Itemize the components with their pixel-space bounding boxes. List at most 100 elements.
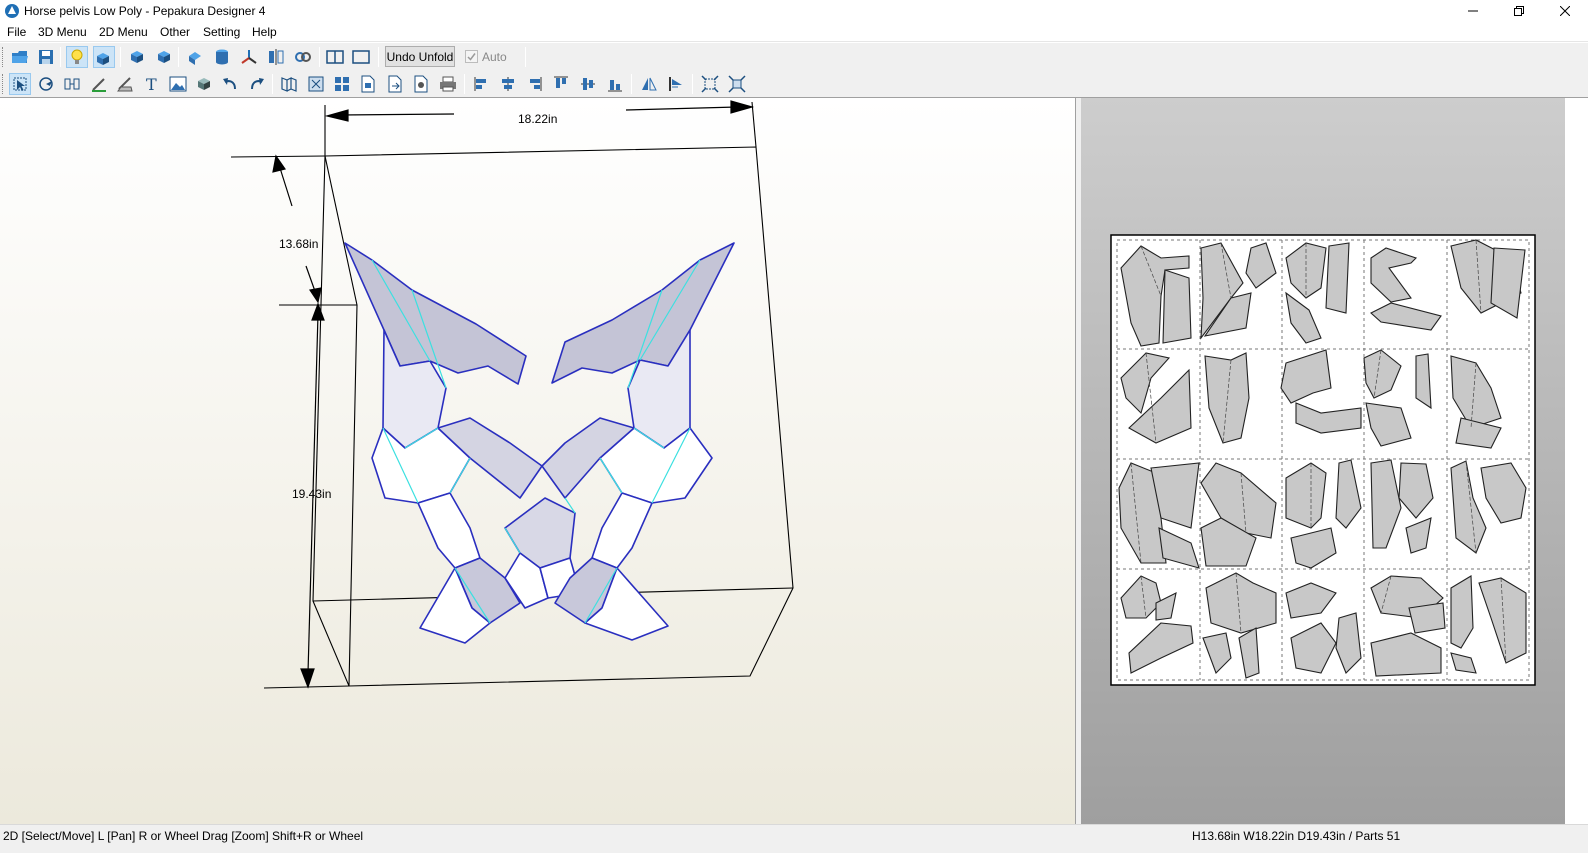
print-button[interactable] bbox=[437, 73, 459, 95]
menu-file[interactable]: File bbox=[7, 25, 26, 39]
mirror-icon bbox=[269, 49, 284, 65]
symmetry-button[interactable] bbox=[265, 46, 287, 68]
align-bottom-icon bbox=[608, 80, 622, 92]
auto-checkbox[interactable] bbox=[465, 50, 478, 63]
cylinder-button[interactable] bbox=[211, 46, 233, 68]
rotate-model-icon bbox=[131, 51, 143, 63]
join-button[interactable] bbox=[292, 46, 314, 68]
align-bottom-button[interactable] bbox=[604, 73, 626, 95]
checkmark-icon bbox=[467, 53, 476, 61]
print-preview-button[interactable] bbox=[410, 73, 432, 95]
status-bar: 2D [Select/Move] L [Pan] R or Wheel Drag… bbox=[0, 824, 1588, 853]
texture-button[interactable] bbox=[93, 46, 115, 68]
align-middle-icon bbox=[581, 78, 595, 90]
axis-icon bbox=[241, 50, 257, 64]
menu-other[interactable]: Other bbox=[160, 25, 190, 39]
redo-button[interactable] bbox=[246, 73, 268, 95]
select-move-icon bbox=[13, 77, 27, 91]
3d-pelvis-model[interactable] bbox=[344, 242, 735, 644]
printer-icon bbox=[440, 76, 456, 92]
auto-label: Auto bbox=[482, 50, 507, 64]
menu-3d[interactable]: 3D Menu bbox=[38, 25, 87, 39]
image-button[interactable] bbox=[167, 73, 189, 95]
cylinder-icon bbox=[216, 49, 228, 65]
pepakura-logo-icon bbox=[5, 4, 19, 18]
zoom-parts-button[interactable] bbox=[726, 73, 748, 95]
align-left-button[interactable] bbox=[471, 73, 493, 95]
zoom-fit-button[interactable] bbox=[699, 73, 721, 95]
split-view-icon bbox=[326, 50, 344, 64]
part-button[interactable] bbox=[193, 73, 215, 95]
axis-button[interactable] bbox=[238, 46, 260, 68]
unfold-button[interactable] bbox=[278, 73, 300, 95]
move-model-button[interactable] bbox=[153, 46, 175, 68]
open-button[interactable] bbox=[9, 46, 31, 68]
zoom-fit-icon bbox=[701, 75, 719, 93]
single-view-button[interactable] bbox=[350, 46, 372, 68]
align-right-icon bbox=[530, 77, 542, 91]
3d-view[interactable]: 18.22in 13.68in 19.43in bbox=[0, 98, 1076, 824]
rotate-button[interactable] bbox=[126, 46, 148, 68]
restore-button[interactable] bbox=[1496, 0, 1542, 22]
undo-unfold-button[interactable]: Undo Unfold bbox=[385, 46, 455, 67]
flip-icon bbox=[642, 77, 657, 91]
toolbar-top: Undo Unfold Auto bbox=[0, 42, 1588, 70]
layout-button[interactable] bbox=[331, 73, 353, 95]
right-margin bbox=[1565, 98, 1588, 824]
pencil-icon bbox=[92, 78, 106, 92]
menu-setting[interactable]: Setting bbox=[203, 25, 240, 39]
status-dimensions: H13.68in W18.22in D19.43in / Parts 51 bbox=[1192, 829, 1401, 843]
close-button[interactable] bbox=[1542, 0, 1588, 22]
3d-model-canvas[interactable] bbox=[0, 98, 1076, 824]
flip-horizontal-button[interactable] bbox=[638, 73, 660, 95]
unfolded-sheet[interactable] bbox=[1081, 98, 1565, 824]
text-button[interactable]: T bbox=[141, 73, 163, 95]
window-title: Horse pelvis Low Poly - Pepakura Designe… bbox=[24, 4, 266, 18]
edge-line-button[interactable] bbox=[88, 73, 110, 95]
page-icon bbox=[361, 75, 375, 93]
unfold-icon bbox=[281, 77, 297, 92]
select-move-button[interactable] bbox=[9, 73, 31, 95]
align-top-button[interactable] bbox=[550, 73, 572, 95]
menu-help[interactable]: Help bbox=[252, 25, 277, 39]
join-edge-icon bbox=[64, 78, 80, 90]
paint-bucket-icon bbox=[189, 52, 201, 65]
move-model-icon bbox=[158, 51, 170, 63]
align-center-icon bbox=[502, 77, 514, 91]
align-right-button[interactable] bbox=[523, 73, 545, 95]
undo-button[interactable] bbox=[219, 73, 241, 95]
align-middle-button[interactable] bbox=[577, 73, 599, 95]
fit-parts-button[interactable] bbox=[305, 73, 327, 95]
menu-2d[interactable]: 2D Menu bbox=[99, 25, 148, 39]
page-setup-button[interactable] bbox=[357, 73, 379, 95]
save-button[interactable] bbox=[35, 46, 57, 68]
toolbar-grip[interactable] bbox=[2, 47, 5, 67]
flap-icon bbox=[117, 77, 133, 92]
paint-button[interactable] bbox=[184, 46, 206, 68]
toolbar-2d: T bbox=[0, 70, 1588, 98]
undo-icon bbox=[223, 78, 236, 90]
redo-icon bbox=[251, 78, 264, 90]
single-view-icon bbox=[352, 50, 370, 64]
svg-text:T: T bbox=[146, 75, 157, 93]
rotate-part-button[interactable] bbox=[35, 73, 57, 95]
align-center-button[interactable] bbox=[497, 73, 519, 95]
zoom-parts-icon bbox=[728, 75, 746, 93]
join-edge-button[interactable] bbox=[61, 73, 83, 95]
light-bulb-icon bbox=[71, 49, 83, 64]
light-button[interactable] bbox=[66, 46, 88, 68]
2d-view[interactable] bbox=[1081, 98, 1565, 824]
text-icon: T bbox=[146, 75, 157, 93]
close-icon bbox=[1560, 6, 1570, 16]
rotate-part-icon bbox=[39, 77, 53, 91]
flap-button[interactable] bbox=[114, 73, 136, 95]
title-bar: Horse pelvis Low Poly - Pepakura Designe… bbox=[0, 0, 1588, 22]
split-view-button[interactable] bbox=[324, 46, 346, 68]
toolbar-grip-2[interactable] bbox=[2, 74, 5, 94]
export-button[interactable] bbox=[384, 73, 406, 95]
status-hint: 2D [Select/Move] L [Pan] R or Wheel Drag… bbox=[3, 829, 364, 843]
export-page-icon bbox=[388, 75, 402, 93]
flip-vertical-button[interactable] bbox=[665, 73, 687, 95]
minimize-button[interactable] bbox=[1450, 0, 1496, 22]
fit-icon bbox=[308, 76, 324, 92]
